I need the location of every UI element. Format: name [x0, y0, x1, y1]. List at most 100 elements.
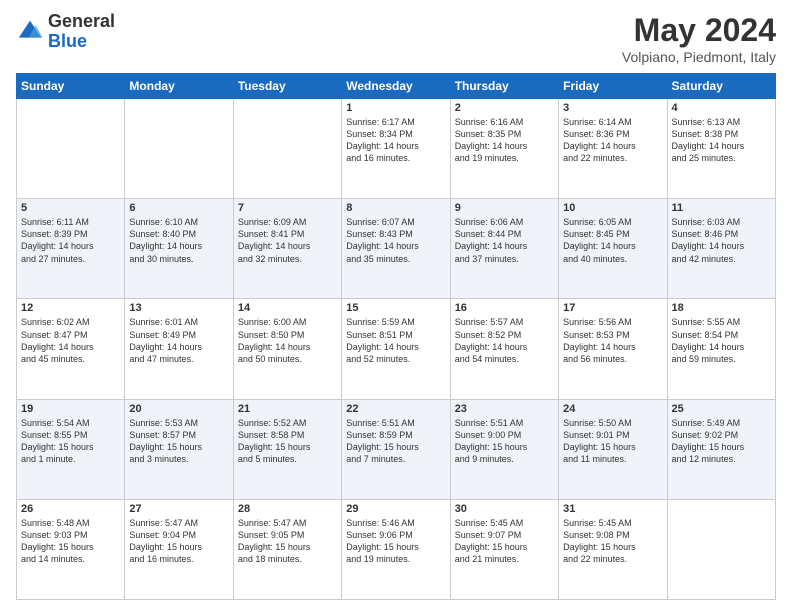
month-title: May 2024	[622, 12, 776, 49]
day-number: 5	[21, 202, 120, 214]
calendar-cell: 21 Sunrise: 5:52 AM Sunset: 8:58 PM Dayli…	[233, 399, 341, 499]
header-wednesday: Wednesday	[342, 74, 450, 99]
logo-text: General Blue	[48, 12, 115, 52]
day-info: Sunrise: 5:48 AM Sunset: 9:03 PM Dayligh…	[21, 517, 120, 566]
week-row-4: 26Sunrise: 5:48 AM Sunset: 9:03 PM Dayli…	[17, 499, 776, 599]
day-number: 2	[455, 102, 554, 114]
day-info: Sunrise: 6:03 AM Sunset: 8:46 PM Dayligh…	[672, 216, 771, 265]
day-info: Sunrise: 5:55 AM Sunset: 8:54 PM Dayligh…	[672, 316, 771, 365]
day-number: 25	[672, 403, 771, 415]
weekday-header-row: Sunday Monday Tuesday Wednesday Thursday…	[17, 74, 776, 99]
header: General Blue May 2024 Volpiano, Piedmont…	[16, 12, 776, 65]
day-info: Sunrise: 5:50 AM Sunset: 9:01 PM Dayligh…	[563, 417, 662, 466]
day-info: Sunrise: 5:59 AM Sunset: 8:51 PM Dayligh…	[346, 316, 445, 365]
day-info: Sunrise: 6:10 AM Sunset: 8:40 PM Dayligh…	[129, 216, 228, 265]
day-number: 16	[455, 302, 554, 314]
week-row-0: 1 Sunrise: 6:17 AM Sunset: 8:34 PM Daylig…	[17, 99, 776, 199]
header-thursday: Thursday	[450, 74, 558, 99]
calendar-cell: 1 Sunrise: 6:17 AM Sunset: 8:34 PM Daylig…	[342, 99, 450, 199]
day-info: Sunrise: 5:57 AM Sunset: 8:52 PM Dayligh…	[455, 316, 554, 365]
day-info: Sunrise: 6:11 AM Sunset: 8:39 PM Dayligh…	[21, 216, 120, 265]
day-info: Sunrise: 5:49 AM Sunset: 9:02 PM Dayligh…	[672, 417, 771, 466]
calendar-cell: 22Sunrise: 5:51 AM Sunset: 8:59 PM Dayli…	[342, 399, 450, 499]
day-info: Sunrise: 5:53 AM Sunset: 8:57 PM Dayligh…	[129, 417, 228, 466]
day-number: 17	[563, 302, 662, 314]
calendar-cell: 2 Sunrise: 6:16 AM Sunset: 8:35 PM Daylig…	[450, 99, 558, 199]
calendar-cell: 9 Sunrise: 6:06 AM Sunset: 8:44 PM Daylig…	[450, 199, 558, 299]
day-info: Sunrise: 6:14 AM Sunset: 8:36 PM Dayligh…	[563, 116, 662, 165]
day-number: 28	[238, 503, 337, 515]
day-info: Sunrise: 6:02 AM Sunset: 8:47 PM Dayligh…	[21, 316, 120, 365]
day-info: Sunrise: 6:09 AM Sunset: 8:41 PM Dayligh…	[238, 216, 337, 265]
day-number: 29	[346, 503, 445, 515]
calendar-cell	[17, 99, 125, 199]
logo-general-text: General	[48, 12, 115, 32]
day-number: 19	[21, 403, 120, 415]
calendar-cell: 8 Sunrise: 6:07 AM Sunset: 8:43 PM Daylig…	[342, 199, 450, 299]
day-number: 3	[563, 102, 662, 114]
calendar-cell: 29 Sunrise: 5:46 AM Sunset: 9:06 PM Dayli…	[342, 499, 450, 599]
day-number: 24	[563, 403, 662, 415]
day-number: 7	[238, 202, 337, 214]
week-row-3: 19 Sunrise: 5:54 AM Sunset: 8:55 PM Dayli…	[17, 399, 776, 499]
day-info: Sunrise: 5:47 AM Sunset: 9:04 PM Dayligh…	[129, 517, 228, 566]
calendar-cell: 28 Sunrise: 5:47 AM Sunset: 9:05 PM Dayli…	[233, 499, 341, 599]
day-info: Sunrise: 5:52 AM Sunset: 8:58 PM Dayligh…	[238, 417, 337, 466]
header-saturday: Saturday	[667, 74, 775, 99]
calendar-cell	[125, 99, 233, 199]
day-number: 31	[563, 503, 662, 515]
calendar-cell: 24 Sunrise: 5:50 AM Sunset: 9:01 PM Dayli…	[559, 399, 667, 499]
day-number: 18	[672, 302, 771, 314]
calendar-cell: 4 Sunrise: 6:13 AM Sunset: 8:38 PM Daylig…	[667, 99, 775, 199]
day-number: 4	[672, 102, 771, 114]
day-info: Sunrise: 5:56 AM Sunset: 8:53 PM Dayligh…	[563, 316, 662, 365]
day-number: 15	[346, 302, 445, 314]
day-number: 21	[238, 403, 337, 415]
header-tuesday: Tuesday	[233, 74, 341, 99]
calendar-cell: 18 Sunrise: 5:55 AM Sunset: 8:54 PM Dayli…	[667, 299, 775, 399]
day-info: Sunrise: 5:45 AM Sunset: 9:08 PM Dayligh…	[563, 517, 662, 566]
calendar-cell: 31 Sunrise: 5:45 AM Sunset: 9:08 PM Dayli…	[559, 499, 667, 599]
calendar-cell: 11 Sunrise: 6:03 AM Sunset: 8:46 PM Dayli…	[667, 199, 775, 299]
day-number: 1	[346, 102, 445, 114]
calendar-cell: 14 Sunrise: 6:00 AM Sunset: 8:50 PM Dayli…	[233, 299, 341, 399]
day-info: Sunrise: 6:06 AM Sunset: 8:44 PM Dayligh…	[455, 216, 554, 265]
day-info: Sunrise: 6:13 AM Sunset: 8:38 PM Dayligh…	[672, 116, 771, 165]
day-info: Sunrise: 6:00 AM Sunset: 8:50 PM Dayligh…	[238, 316, 337, 365]
calendar-cell: 19 Sunrise: 5:54 AM Sunset: 8:55 PM Dayli…	[17, 399, 125, 499]
day-info: Sunrise: 6:16 AM Sunset: 8:35 PM Dayligh…	[455, 116, 554, 165]
day-number: 14	[238, 302, 337, 314]
header-friday: Friday	[559, 74, 667, 99]
day-number: 11	[672, 202, 771, 214]
day-info: Sunrise: 6:05 AM Sunset: 8:45 PM Dayligh…	[563, 216, 662, 265]
day-number: 9	[455, 202, 554, 214]
day-info: Sunrise: 5:47 AM Sunset: 9:05 PM Dayligh…	[238, 517, 337, 566]
day-info: Sunrise: 6:17 AM Sunset: 8:34 PM Dayligh…	[346, 116, 445, 165]
calendar-cell: 15 Sunrise: 5:59 AM Sunset: 8:51 PM Dayli…	[342, 299, 450, 399]
header-sunday: Sunday	[17, 74, 125, 99]
day-number: 12	[21, 302, 120, 314]
day-number: 23	[455, 403, 554, 415]
day-number: 20	[129, 403, 228, 415]
day-number: 27	[129, 503, 228, 515]
calendar-cell: 17 Sunrise: 5:56 AM Sunset: 8:53 PM Dayli…	[559, 299, 667, 399]
calendar-cell: 16 Sunrise: 5:57 AM Sunset: 8:52 PM Dayli…	[450, 299, 558, 399]
day-info: Sunrise: 5:46 AM Sunset: 9:06 PM Dayligh…	[346, 517, 445, 566]
week-row-1: 5 Sunrise: 6:11 AM Sunset: 8:39 PM Daylig…	[17, 199, 776, 299]
day-info: Sunrise: 5:51 AM Sunset: 9:00 PM Dayligh…	[455, 417, 554, 466]
calendar-cell: 7 Sunrise: 6:09 AM Sunset: 8:41 PM Daylig…	[233, 199, 341, 299]
day-info: Sunrise: 5:54 AM Sunset: 8:55 PM Dayligh…	[21, 417, 120, 466]
calendar-cell: 3 Sunrise: 6:14 AM Sunset: 8:36 PM Daylig…	[559, 99, 667, 199]
location: Volpiano, Piedmont, Italy	[622, 49, 776, 65]
calendar-cell: 12 Sunrise: 6:02 AM Sunset: 8:47 PM Dayli…	[17, 299, 125, 399]
calendar-cell: 13Sunrise: 6:01 AM Sunset: 8:49 PM Dayli…	[125, 299, 233, 399]
calendar-cell: 27 Sunrise: 5:47 AM Sunset: 9:04 PM Dayli…	[125, 499, 233, 599]
calendar-cell: 5 Sunrise: 6:11 AM Sunset: 8:39 PM Daylig…	[17, 199, 125, 299]
calendar-cell: 25 Sunrise: 5:49 AM Sunset: 9:02 PM Dayli…	[667, 399, 775, 499]
logo: General Blue	[16, 12, 115, 52]
calendar-cell: 26Sunrise: 5:48 AM Sunset: 9:03 PM Dayli…	[17, 499, 125, 599]
day-number: 8	[346, 202, 445, 214]
calendar-cell	[667, 499, 775, 599]
day-info: Sunrise: 6:07 AM Sunset: 8:43 PM Dayligh…	[346, 216, 445, 265]
day-info: Sunrise: 6:01 AM Sunset: 8:49 PM Dayligh…	[129, 316, 228, 365]
